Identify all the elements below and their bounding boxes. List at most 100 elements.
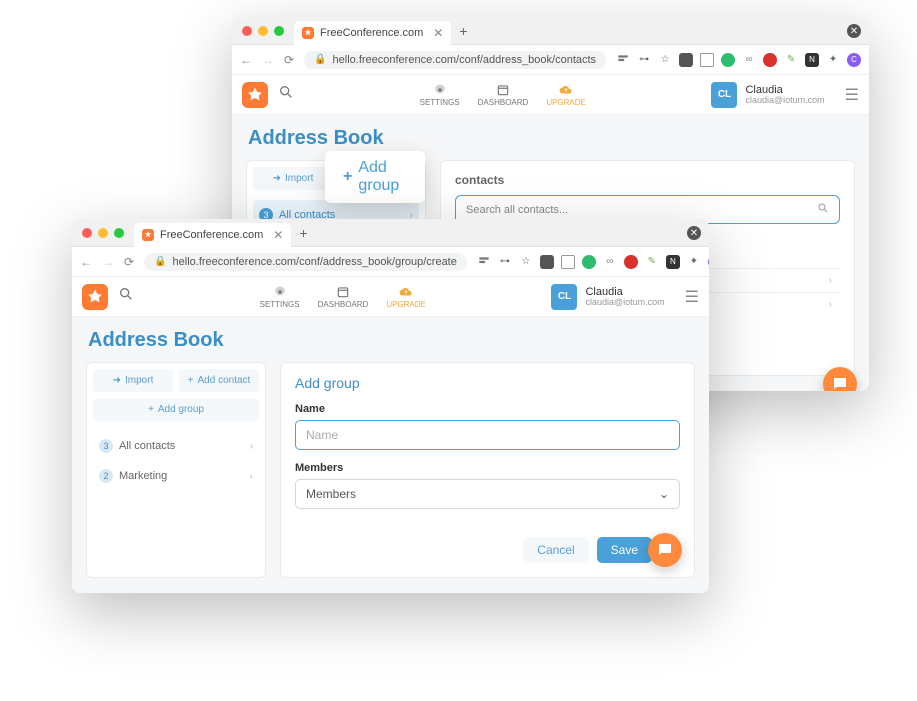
- new-tab-button[interactable]: +: [299, 225, 307, 241]
- chevron-right-icon: ›: [829, 275, 832, 286]
- tab-close-icon[interactable]: ✕: [433, 26, 443, 40]
- gear-icon: [273, 285, 287, 299]
- nav-upgrade[interactable]: UPGRADE: [386, 285, 426, 309]
- nav-dashboard[interactable]: DASHBOARD: [318, 285, 369, 309]
- add-group-button[interactable]: + Add group: [93, 398, 259, 421]
- brand-logo[interactable]: [82, 284, 108, 310]
- url-text: hello.freeconference.com/conf/address_bo…: [173, 256, 457, 268]
- hamburger-icon[interactable]: ☰: [685, 287, 699, 307]
- titlebar: FreeConference.com ✕ +: [232, 17, 869, 45]
- save-button[interactable]: Save: [597, 537, 652, 563]
- ext-star-icon[interactable]: ☆: [519, 255, 533, 269]
- ext-icon-6[interactable]: ✎: [645, 255, 659, 269]
- name-label: Name: [295, 403, 680, 415]
- traffic-zoom[interactable]: [274, 26, 284, 36]
- ext-icon-1[interactable]: [679, 53, 693, 67]
- favicon-icon: [302, 27, 314, 39]
- traffic-close[interactable]: [242, 26, 252, 36]
- new-tab-button[interactable]: +: [459, 23, 467, 39]
- traffic-zoom[interactable]: [114, 228, 124, 238]
- calendar-icon: [336, 285, 350, 299]
- tab-close-icon[interactable]: ✕: [273, 228, 283, 242]
- ext-icon-5[interactable]: [763, 53, 777, 67]
- extensions-row: ⊶ ☆ ∞ ✎ N ✦ C ⋮: [477, 255, 709, 269]
- ext-icon-4[interactable]: ∞: [742, 53, 756, 67]
- traffic-close[interactable]: [82, 228, 92, 238]
- close-window-icon[interactable]: ✕: [847, 24, 861, 38]
- ext-icon-3[interactable]: [721, 53, 735, 67]
- nav-settings[interactable]: SETTINGS: [260, 285, 300, 309]
- ext-profile-icon[interactable]: C: [847, 53, 861, 67]
- ext-key-icon[interactable]: ⊶: [637, 53, 651, 67]
- titlebar: FreeConference.com ✕ +: [72, 219, 709, 247]
- ext-icon-2[interactable]: [700, 53, 714, 67]
- content-area: Address Book ➜ Import + Add contact + Ad…: [72, 317, 709, 593]
- nav-reload-icon[interactable]: ⟳: [124, 255, 134, 269]
- ext-puzzle-icon[interactable]: ✦: [687, 255, 701, 269]
- members-select[interactable]: Members ⌄: [295, 479, 680, 509]
- ext-puzzle-icon[interactable]: ✦: [826, 53, 840, 67]
- sidebar-item-marketing[interactable]: 2Marketing ›: [93, 461, 259, 491]
- ext-icon-6[interactable]: ✎: [784, 53, 798, 67]
- ext-profile-icon[interactable]: C: [708, 255, 709, 269]
- app-header: SETTINGS DASHBOARD UPGRADE CL Claudia cl…: [72, 277, 709, 317]
- nav-settings[interactable]: SETTINGS: [420, 83, 460, 107]
- url-text: hello.freeconference.com/conf/address_bo…: [333, 54, 597, 66]
- user-block[interactable]: CL Claudia claudia@iotum.com: [551, 284, 664, 310]
- chevron-right-icon: ›: [250, 441, 253, 452]
- url-field[interactable]: 🔒 hello.freeconference.com/conf/address_…: [144, 253, 467, 271]
- chevron-right-icon: ›: [829, 299, 832, 310]
- sidebar-item-all-contacts[interactable]: 3All contacts ›: [93, 431, 259, 461]
- tab-title: FreeConference.com: [160, 229, 263, 241]
- name-input[interactable]: [295, 420, 680, 450]
- calendar-icon: [496, 83, 510, 97]
- brand-logo[interactable]: [242, 82, 268, 108]
- favicon-icon: [142, 229, 154, 241]
- browser-tab[interactable]: FreeConference.com ✕: [294, 21, 451, 45]
- url-field[interactable]: 🔒 hello.freeconference.com/conf/address_…: [304, 51, 606, 69]
- traffic-minimize[interactable]: [98, 228, 108, 238]
- search-icon[interactable]: [118, 286, 134, 307]
- page-title: Address Book: [248, 127, 855, 150]
- nav-back-icon[interactable]: ←: [240, 53, 252, 67]
- nav-upgrade[interactable]: UPGRADE: [546, 83, 586, 107]
- browser-tab[interactable]: FreeConference.com ✕: [134, 223, 291, 247]
- ext-icon-5[interactable]: [624, 255, 638, 269]
- members-label: Members: [295, 462, 680, 474]
- lock-icon: 🔒: [314, 54, 326, 65]
- import-button[interactable]: ➜ Import: [93, 369, 173, 392]
- ext-icon-7[interactable]: N: [666, 255, 680, 269]
- nav-dashboard[interactable]: DASHBOARD: [478, 83, 529, 107]
- chat-bubble-button[interactable]: [648, 533, 682, 567]
- nav-forward-icon[interactable]: →: [262, 53, 274, 67]
- nav-back-icon[interactable]: ←: [80, 255, 92, 269]
- traffic-minimize[interactable]: [258, 26, 268, 36]
- ext-icon-3[interactable]: [582, 255, 596, 269]
- close-window-icon[interactable]: ✕: [687, 226, 701, 240]
- search-icon[interactable]: [278, 84, 294, 105]
- ext-icon-1[interactable]: [540, 255, 554, 269]
- browser-menu-icon[interactable]: ⋮: [868, 53, 869, 67]
- address-bar: ← → ⟳ 🔒 hello.freeconference.com/conf/ad…: [232, 45, 869, 75]
- ext-translate-icon[interactable]: [616, 53, 630, 67]
- traffic-lights: [242, 26, 284, 36]
- user-block[interactable]: CL Claudia claudia@iotum.com: [711, 82, 824, 108]
- ext-icon-4[interactable]: ∞: [603, 255, 617, 269]
- ext-icon-2[interactable]: [561, 255, 575, 269]
- import-button[interactable]: ➜ Import: [253, 167, 333, 190]
- add-group-tooltip[interactable]: + Add group: [325, 151, 425, 203]
- ext-translate-icon[interactable]: [477, 255, 491, 269]
- avatar: CL: [551, 284, 577, 310]
- user-name: Claudia: [585, 286, 664, 298]
- add-contact-button[interactable]: + Add contact: [179, 369, 259, 392]
- nav-reload-icon[interactable]: ⟳: [284, 53, 294, 67]
- hamburger-icon[interactable]: ☰: [845, 85, 859, 105]
- cloud-up-icon: [399, 285, 413, 299]
- ext-star-icon[interactable]: ☆: [658, 53, 672, 67]
- search-icon: [817, 202, 829, 217]
- ext-icon-7[interactable]: N: [805, 53, 819, 67]
- nav-forward-icon[interactable]: →: [102, 255, 114, 269]
- user-email: claudia@iotum.com: [745, 96, 824, 106]
- ext-key-icon[interactable]: ⊶: [498, 255, 512, 269]
- cancel-button[interactable]: Cancel: [523, 537, 588, 563]
